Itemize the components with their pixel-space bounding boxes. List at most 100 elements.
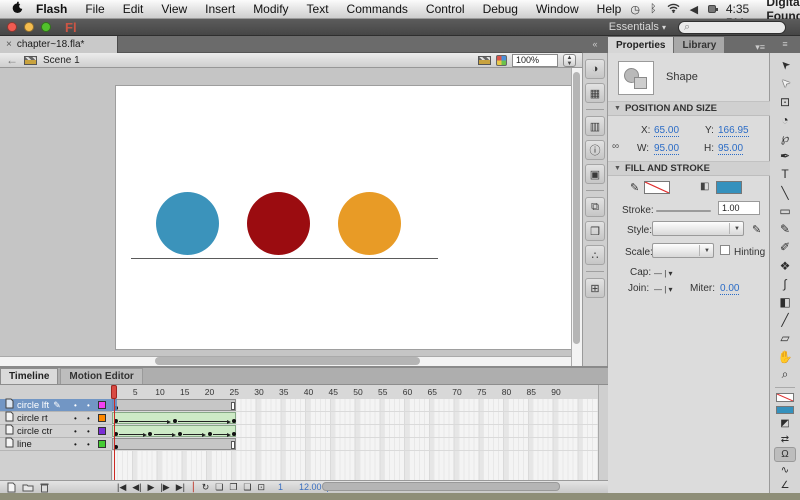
line-tool-icon[interactable]: ╲ (774, 184, 796, 202)
link-wh-icon[interactable]: ∞ (612, 141, 619, 152)
frame-row-line[interactable] (112, 438, 598, 451)
edit-scene-icon[interactable] (478, 56, 491, 65)
apple-menu-icon[interactable] (12, 1, 23, 17)
keyframe-dot[interactable] (148, 432, 152, 436)
info-panel-icon[interactable]: ⓘ (585, 140, 605, 160)
layer-row-circle-lft[interactable]: circle lft✎•• (0, 399, 112, 412)
fill-color-swatch[interactable] (716, 181, 742, 194)
step-forward-button[interactable]: |▶ (157, 482, 172, 493)
keyframe-dot[interactable] (178, 432, 182, 436)
menu-modify[interactable]: Modify (244, 2, 297, 16)
battery-icon[interactable] (708, 5, 716, 13)
static-frame-span[interactable] (112, 438, 236, 450)
stroke-pencil-icon[interactable]: ✎ (630, 181, 639, 194)
tween-frame-span[interactable] (112, 425, 236, 437)
components-panel-icon[interactable]: ❒ (585, 221, 605, 241)
center-frame-icon[interactable]: ⎮ (188, 482, 199, 493)
tools-panel-menu-icon[interactable]: ≡ (770, 36, 800, 53)
current-frame-indicator[interactable]: 1 (278, 482, 283, 492)
layer-row-line[interactable]: line•• (0, 438, 112, 451)
swatches-panel-icon[interactable]: ▦ (585, 83, 605, 103)
tab-timeline[interactable]: Timeline (0, 368, 58, 384)
volume-icon[interactable]: ◀ (690, 3, 698, 16)
y-value[interactable]: 166.95 (718, 125, 749, 137)
stroke-width-input[interactable]: 1.00 (718, 201, 760, 215)
layer-lock-dot[interactable]: • (87, 427, 90, 436)
lasso-tool-icon[interactable]: ℘ (774, 129, 796, 147)
menu-commands[interactable]: Commands (338, 2, 417, 16)
menu-edit[interactable]: Edit (114, 2, 153, 16)
layer-name[interactable]: circle ctr (17, 426, 52, 437)
paint-bucket-tool-icon[interactable]: ◧ (774, 293, 796, 311)
straighten-button[interactable]: ∠ (774, 478, 796, 493)
layer-visibility-dot[interactable]: • (74, 440, 77, 449)
menu-file[interactable]: File (76, 2, 113, 16)
minimize-window-button[interactable] (24, 22, 34, 32)
static-frame-span[interactable] (112, 399, 236, 411)
code-snippets-panel-icon[interactable]: ⧉ (585, 197, 605, 217)
tab-motion-editor[interactable]: Motion Editor (60, 368, 142, 384)
new-folder-button[interactable] (19, 483, 37, 492)
edit-stroke-style-icon[interactable]: ✎ (752, 223, 761, 236)
time-machine-icon[interactable]: ◷ (630, 3, 640, 16)
loop-playback-icon[interactable]: ↻ (199, 482, 213, 493)
scene-name[interactable]: Scene 1 (43, 55, 80, 66)
menu-control[interactable]: Control (417, 2, 474, 16)
frame-row-circle-rt[interactable] (112, 412, 598, 425)
zoom-stepper[interactable]: ▲▼ (563, 54, 576, 67)
dock-collapse-button[interactable]: « (582, 36, 608, 53)
edit-multiple-frames-icon[interactable]: ❑ (240, 482, 254, 493)
new-layer-button[interactable] (4, 482, 19, 493)
color-panel-icon[interactable]: ◑ (585, 59, 605, 79)
timeline-frame-ruler[interactable]: 51015202530354045505560657075808590 (112, 385, 598, 399)
step-back-button[interactable]: ◀| (129, 482, 144, 493)
eraser-tool-icon[interactable]: ▱ (774, 329, 796, 347)
transform-panel-icon[interactable]: ▣ (585, 164, 605, 184)
project-panel-icon[interactable]: ⊞ (585, 278, 605, 298)
keyframe-dot[interactable] (232, 419, 236, 423)
hinting-checkbox[interactable] (720, 245, 730, 255)
layer-lock-dot[interactable]: • (87, 440, 90, 449)
layer-visibility-dot[interactable]: • (74, 401, 77, 410)
app-search-input[interactable]: ⌕ (678, 21, 786, 34)
stage-horizontal-scroll-thumb[interactable] (155, 357, 420, 365)
center-circle-shape[interactable] (247, 192, 310, 255)
left-circle-shape[interactable] (156, 192, 219, 255)
layer-visibility-dot[interactable]: • (74, 414, 77, 423)
tab-properties[interactable]: Properties (608, 37, 673, 53)
close-window-button[interactable] (7, 22, 17, 32)
frame-row-circle-ctr[interactable] (112, 425, 598, 438)
zoom-window-button[interactable] (41, 22, 51, 32)
menu-window[interactable]: Window (527, 2, 588, 16)
menu-debug[interactable]: Debug (474, 2, 527, 16)
rectangle-tool-icon[interactable]: ▭ (774, 202, 796, 220)
text-tool-icon[interactable]: T (774, 165, 796, 183)
smooth-button[interactable]: ∿ (774, 462, 796, 477)
menu-help[interactable]: Help (588, 2, 631, 16)
fill-color-chip[interactable] (776, 406, 794, 415)
snap-to-objects-button[interactable]: Ω (774, 447, 796, 462)
menu-text[interactable]: Text (298, 2, 338, 16)
layer-name[interactable]: circle lft (17, 400, 49, 411)
menu-view[interactable]: View (152, 2, 196, 16)
layer-lock-dot[interactable]: • (87, 401, 90, 410)
hand-tool-icon[interactable]: ✋ (774, 348, 796, 366)
layer-name[interactable]: circle rt (17, 413, 48, 424)
stroke-color-chip[interactable] (776, 393, 794, 402)
layer-row-circle-rt[interactable]: circle rt•• (0, 412, 112, 425)
pencil-tool-icon[interactable]: ✎ (774, 220, 796, 238)
workspace-switcher[interactable]: Essentials ▾ (609, 21, 666, 33)
join-style-button[interactable]: — | ▾ (654, 283, 680, 295)
section-fill-and-stroke[interactable]: ▼ FILL AND STROKE (608, 161, 770, 176)
w-value[interactable]: 95.00 (654, 143, 679, 155)
menu-insert[interactable]: Insert (196, 2, 244, 16)
menu-flash[interactable]: Flash (27, 2, 76, 16)
layer-outline-color-swatch[interactable] (98, 414, 106, 422)
x-value[interactable]: 65.00 (654, 125, 679, 137)
miter-value[interactable]: 0.00 (720, 283, 739, 295)
tween-frame-span[interactable] (112, 412, 236, 424)
go-to-last-frame-button[interactable]: ▶| (173, 482, 188, 493)
brush-tool-icon[interactable]: ✐ (774, 238, 796, 256)
layer-outline-color-swatch[interactable] (98, 427, 106, 435)
timeline-vertical-scrollbar[interactable] (598, 385, 608, 480)
